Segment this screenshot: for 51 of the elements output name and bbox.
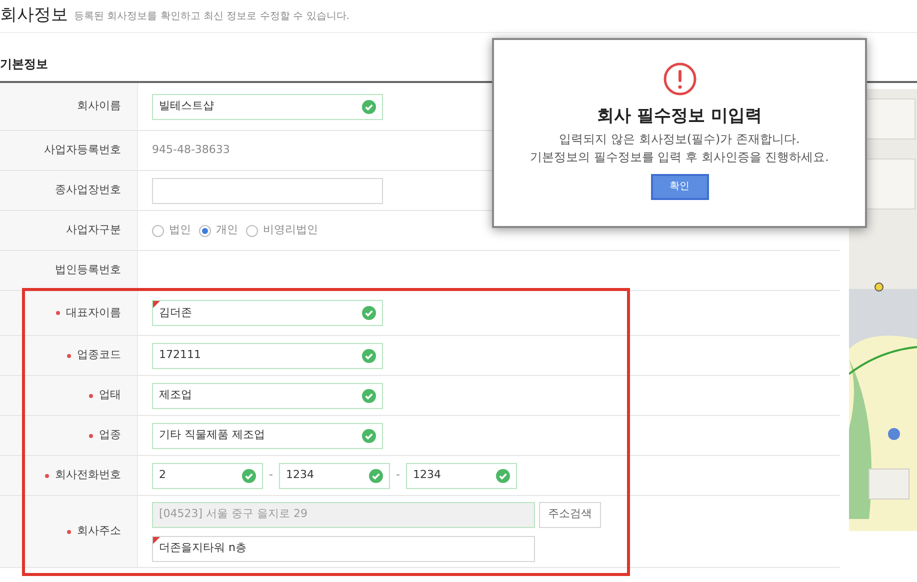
text-field[interactable]: 1234: [279, 462, 390, 488]
text-field[interactable]: 빌테스트샵: [152, 94, 383, 120]
field-label: 법인등록번호: [55, 262, 121, 278]
text-field[interactable]: 1234: [406, 462, 517, 488]
text-field[interactable]: [152, 178, 383, 204]
section-title: 기본정보: [0, 56, 48, 73]
dialog-title: 회사 필수정보 미입력: [597, 105, 762, 128]
text-field[interactable]: 더존을지타워 n층: [152, 536, 535, 562]
field-label: 종사업장번호: [55, 182, 121, 198]
required-mark: [67, 530, 71, 534]
required-mark: [56, 311, 60, 315]
check-icon: [362, 306, 376, 320]
text-field[interactable]: 172111: [152, 342, 383, 368]
field-label: 업종코드: [77, 347, 121, 364]
dialog-message: 기본정보의 필수정보를 입력 후 회사인증을 진행하세요.: [530, 148, 829, 166]
required-flag-icon: [153, 301, 160, 308]
check-icon: [496, 468, 510, 482]
warning-icon: [662, 62, 696, 96]
field-label: 회사전화번호: [55, 467, 121, 484]
field-label: 회사주소: [77, 523, 121, 540]
text-field[interactable]: 김더존: [152, 300, 383, 326]
required-flag-icon: [153, 536, 160, 544]
field-label: 대표자이름: [66, 304, 121, 321]
field-label: 사업자등록번호: [44, 142, 121, 158]
required-mark: [89, 394, 93, 398]
check-icon: [242, 468, 256, 482]
check-icon: [369, 468, 383, 482]
separator: -: [396, 467, 400, 484]
field-value: 945-48-38633: [152, 142, 230, 158]
radio-option[interactable]: 법인: [152, 222, 191, 239]
check-icon: [362, 388, 376, 402]
required-mark: [89, 434, 93, 438]
field-label: 업종: [99, 427, 121, 444]
field-label: 회사이름: [77, 98, 121, 114]
page-subtitle: 등록된 회사정보를 확인하고 최신 정보로 수정할 수 있습니다.: [74, 10, 350, 24]
check-icon: [362, 428, 376, 442]
radio-option[interactable]: 개인: [199, 222, 238, 239]
field-label: 사업자구분: [66, 222, 121, 238]
text-field[interactable]: 기타 직물제품 제조업: [152, 422, 383, 448]
address-search-button[interactable]: 주소검색: [539, 502, 601, 528]
dialog-message: 입력되지 않은 회사정보(필수)가 존재합니다.: [559, 130, 800, 148]
page-title: 회사정보: [0, 7, 68, 24]
separator: -: [269, 467, 273, 484]
text-field[interactable]: 제조업: [152, 382, 383, 408]
check-icon: [362, 100, 376, 114]
required-mark: [67, 354, 71, 358]
check-icon: [362, 348, 376, 362]
required-mark: [45, 474, 49, 478]
text-field[interactable]: 2: [152, 462, 263, 488]
radio-option[interactable]: 비영리법인: [246, 222, 318, 239]
field-label: 업태: [99, 387, 121, 404]
